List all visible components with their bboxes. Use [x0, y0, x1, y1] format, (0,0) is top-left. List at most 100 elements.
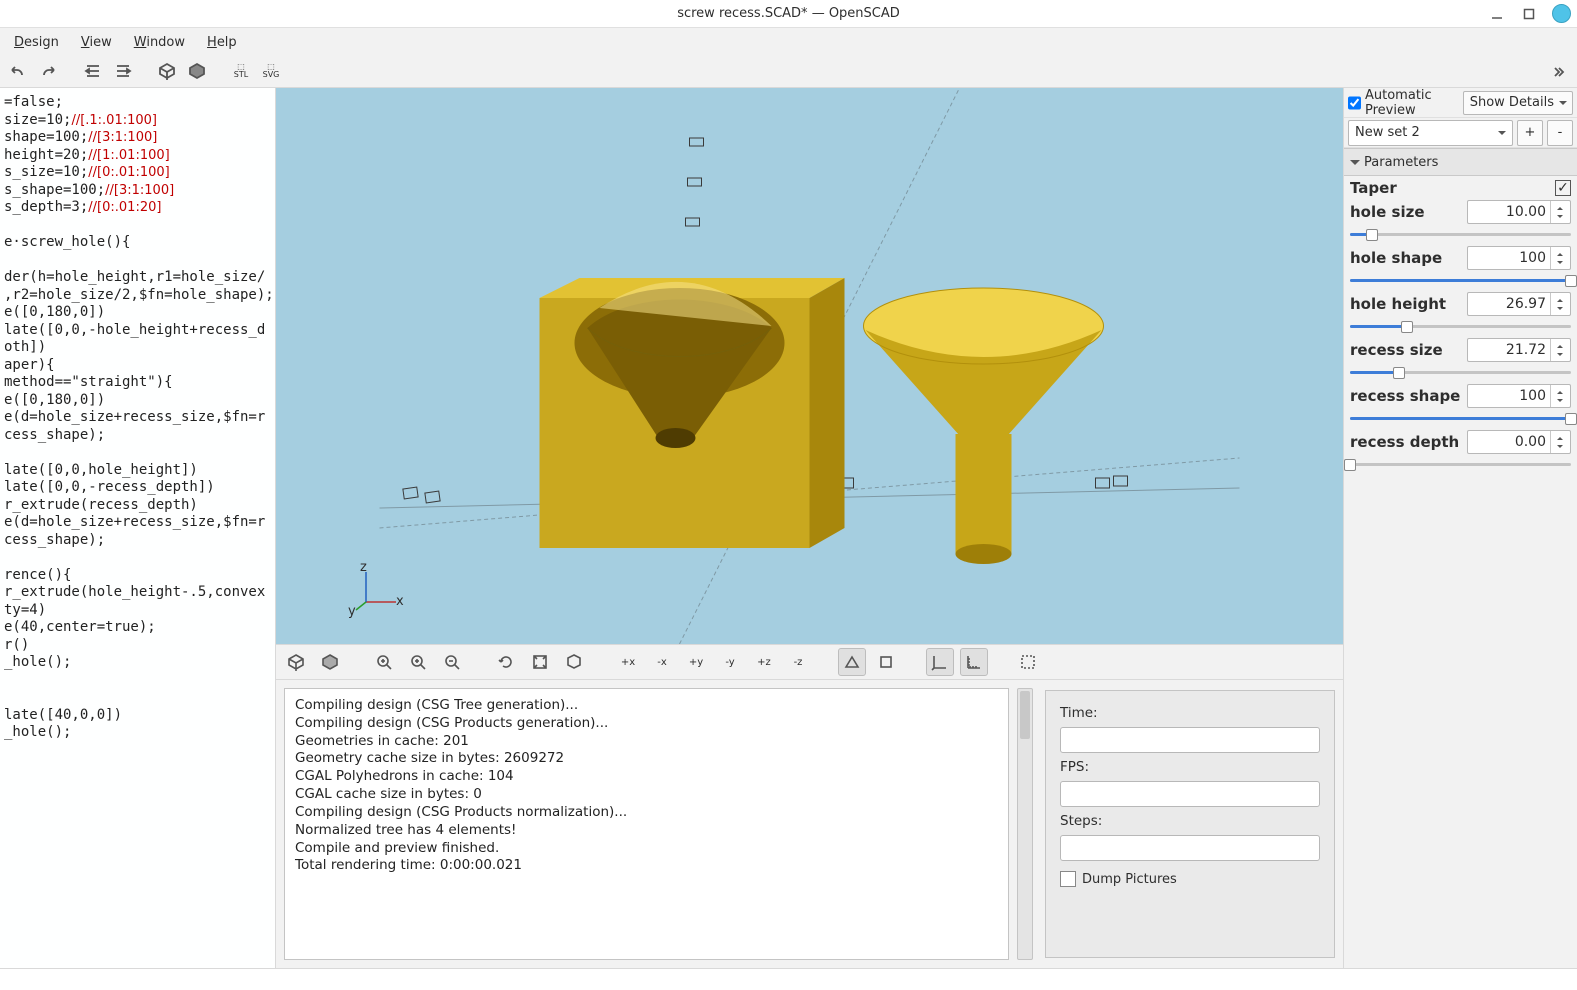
steps-input[interactable]	[1060, 835, 1320, 861]
param-spinbox[interactable]	[1467, 246, 1571, 270]
window-maximize-icon[interactable]	[1520, 5, 1538, 23]
param-slider[interactable]	[1350, 457, 1571, 471]
window-minimize-icon[interactable]	[1488, 5, 1506, 23]
menu-window[interactable]: Window	[124, 32, 195, 54]
param-label: Taper	[1350, 179, 1551, 197]
vt-zoom-in-icon[interactable]	[404, 648, 432, 676]
param-slider[interactable]	[1350, 411, 1571, 425]
console[interactable]: Compiling design (CSG Tree generation)..…	[284, 688, 1009, 960]
param-checkbox[interactable]	[1555, 180, 1571, 196]
vt-top-icon[interactable]: +z	[750, 648, 778, 676]
vt-reset-view-icon[interactable]	[492, 648, 520, 676]
param-slider[interactable]	[1350, 319, 1571, 333]
parameter-set-dropdown[interactable]: New set 2	[1348, 120, 1513, 146]
spin-up-icon[interactable]	[1551, 201, 1568, 212]
slider-knob[interactable]	[1366, 229, 1378, 241]
titlebar: screw recess.SCAD* — OpenSCAD	[0, 0, 1577, 28]
window-close-icon[interactable]	[1552, 4, 1571, 23]
render-icon[interactable]	[184, 58, 210, 84]
spin-up-icon[interactable]	[1551, 293, 1568, 304]
param-recess-size: recess size	[1344, 335, 1577, 379]
vt-crosshair-icon[interactable]	[1014, 648, 1042, 676]
vt-surfaces-icon[interactable]	[560, 648, 588, 676]
spin-down-icon[interactable]	[1551, 212, 1568, 223]
param-value-input[interactable]	[1468, 434, 1550, 450]
param-recess-shape: recess shape	[1344, 381, 1577, 425]
vt-ortho-icon[interactable]	[872, 648, 900, 676]
param-value-input[interactable]	[1468, 296, 1550, 312]
spin-up-icon[interactable]	[1551, 431, 1568, 442]
vt-perspective-icon[interactable]	[838, 648, 866, 676]
axis-x-label: x	[396, 594, 404, 609]
spin-up-icon[interactable]	[1551, 385, 1568, 396]
spin-down-icon[interactable]	[1551, 350, 1568, 361]
spin-down-icon[interactable]	[1551, 304, 1568, 315]
param-spinbox[interactable]	[1467, 338, 1571, 362]
param-recess-depth: recess depth	[1344, 427, 1577, 471]
spin-down-icon[interactable]	[1551, 442, 1568, 453]
preview-icon[interactable]	[154, 58, 180, 84]
axis-y-label: y	[348, 604, 356, 619]
3d-viewport[interactable]: x z y	[276, 88, 1343, 644]
dump-pictures-checkbox[interactable]: Dump Pictures	[1060, 871, 1320, 887]
render-info-panel: Time: FPS: Steps: Dump Pictures	[1037, 680, 1343, 968]
vt-render-icon[interactable]	[316, 648, 344, 676]
vt-zoom-fit-icon[interactable]	[370, 648, 398, 676]
automatic-preview-checkbox[interactable]: Automatic Preview	[1348, 88, 1459, 118]
param-label: recess shape	[1350, 387, 1463, 405]
fps-label: FPS:	[1060, 759, 1320, 775]
slider-knob[interactable]	[1401, 321, 1413, 333]
export-svg-icon[interactable]: ⬚SVG	[258, 58, 284, 84]
vt-left-icon[interactable]: -x	[648, 648, 676, 676]
vt-preview-icon[interactable]	[282, 648, 310, 676]
slider-knob[interactable]	[1393, 367, 1405, 379]
code-editor-pane[interactable]: =false; size=10;//[.1:.01:100] shape=100…	[0, 88, 276, 968]
vt-back-icon[interactable]: -y	[716, 648, 744, 676]
undo-icon[interactable]	[6, 58, 32, 84]
toolbar-overflow-icon[interactable]	[1545, 58, 1571, 84]
show-details-dropdown[interactable]: Show Details	[1463, 91, 1573, 115]
param-value-input[interactable]	[1468, 342, 1550, 358]
slider-knob[interactable]	[1344, 459, 1356, 471]
vt-show-axes-icon[interactable]	[926, 648, 954, 676]
spin-down-icon[interactable]	[1551, 258, 1568, 269]
spin-up-icon[interactable]	[1551, 247, 1568, 258]
param-slider[interactable]	[1350, 273, 1571, 287]
unindent-icon[interactable]	[80, 58, 106, 84]
export-stl-icon[interactable]: ⬚STL	[228, 58, 254, 84]
vt-view-all-icon[interactable]	[526, 648, 554, 676]
redo-icon[interactable]	[36, 58, 62, 84]
vt-show-scale-icon[interactable]	[960, 648, 988, 676]
param-slider[interactable]	[1350, 227, 1571, 241]
menu-design[interactable]: Design	[4, 32, 69, 54]
vt-zoom-out-icon[interactable]	[438, 648, 466, 676]
console-scrollbar[interactable]	[1017, 688, 1033, 960]
slider-knob[interactable]	[1565, 413, 1577, 425]
param-slider[interactable]	[1350, 365, 1571, 379]
vt-front-icon[interactable]: +y	[682, 648, 710, 676]
remove-set-button[interactable]: -	[1547, 120, 1573, 146]
param-spinbox[interactable]	[1467, 200, 1571, 224]
param-label: hole shape	[1350, 249, 1463, 267]
code-editor[interactable]: =false; size=10;//[.1:.01:100] shape=100…	[0, 88, 275, 968]
vt-bottom-icon[interactable]: -z	[784, 648, 812, 676]
vt-right-icon[interactable]: +x	[614, 648, 642, 676]
param-value-input[interactable]	[1468, 250, 1550, 266]
menu-view[interactable]: View	[71, 32, 122, 54]
param-spinbox[interactable]	[1467, 430, 1571, 454]
param-spinbox[interactable]	[1467, 292, 1571, 316]
fps-input[interactable]	[1060, 781, 1320, 807]
param-group-label: Parameters	[1364, 155, 1438, 170]
spin-up-icon[interactable]	[1551, 339, 1568, 350]
spin-down-icon[interactable]	[1551, 396, 1568, 407]
time-input[interactable]	[1060, 727, 1320, 753]
param-spinbox[interactable]	[1467, 384, 1571, 408]
automatic-preview-label: Automatic Preview	[1365, 88, 1459, 118]
indent-icon[interactable]	[110, 58, 136, 84]
add-set-button[interactable]: +	[1517, 120, 1543, 146]
param-value-input[interactable]	[1468, 388, 1550, 404]
param-group-header[interactable]: Parameters	[1344, 148, 1577, 176]
menu-help[interactable]: Help	[197, 32, 247, 54]
param-value-input[interactable]	[1468, 204, 1550, 220]
slider-knob[interactable]	[1565, 275, 1577, 287]
